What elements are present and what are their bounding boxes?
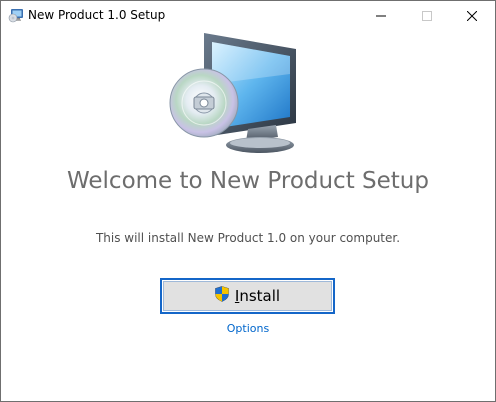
minimize-button[interactable]	[358, 1, 404, 30]
install-button[interactable]: Install	[160, 278, 335, 314]
close-button[interactable]	[449, 1, 495, 30]
maximize-icon	[422, 6, 432, 25]
setup-window: New Product 1.0 Setup Welcome to New Pro…	[0, 0, 496, 402]
options-link-row: Options	[1, 322, 495, 336]
install-button-face[interactable]: Install	[163, 281, 332, 311]
uac-shield-icon	[215, 286, 229, 306]
minimize-icon	[376, 6, 386, 25]
computer-cd-icon	[164, 29, 304, 157]
window-title: New Product 1.0 Setup	[28, 8, 166, 22]
installer-icon	[8, 8, 24, 24]
close-icon	[466, 6, 478, 25]
welcome-heading: Welcome to New Product Setup	[67, 168, 429, 194]
maximize-button[interactable]	[404, 1, 450, 30]
title-bar[interactable]: New Product 1.0 Setup	[1, 1, 495, 31]
options-link[interactable]: Options	[227, 322, 269, 335]
install-label: Install	[234, 287, 281, 305]
install-description: This will install New Product 1.0 on you…	[95, 231, 401, 245]
